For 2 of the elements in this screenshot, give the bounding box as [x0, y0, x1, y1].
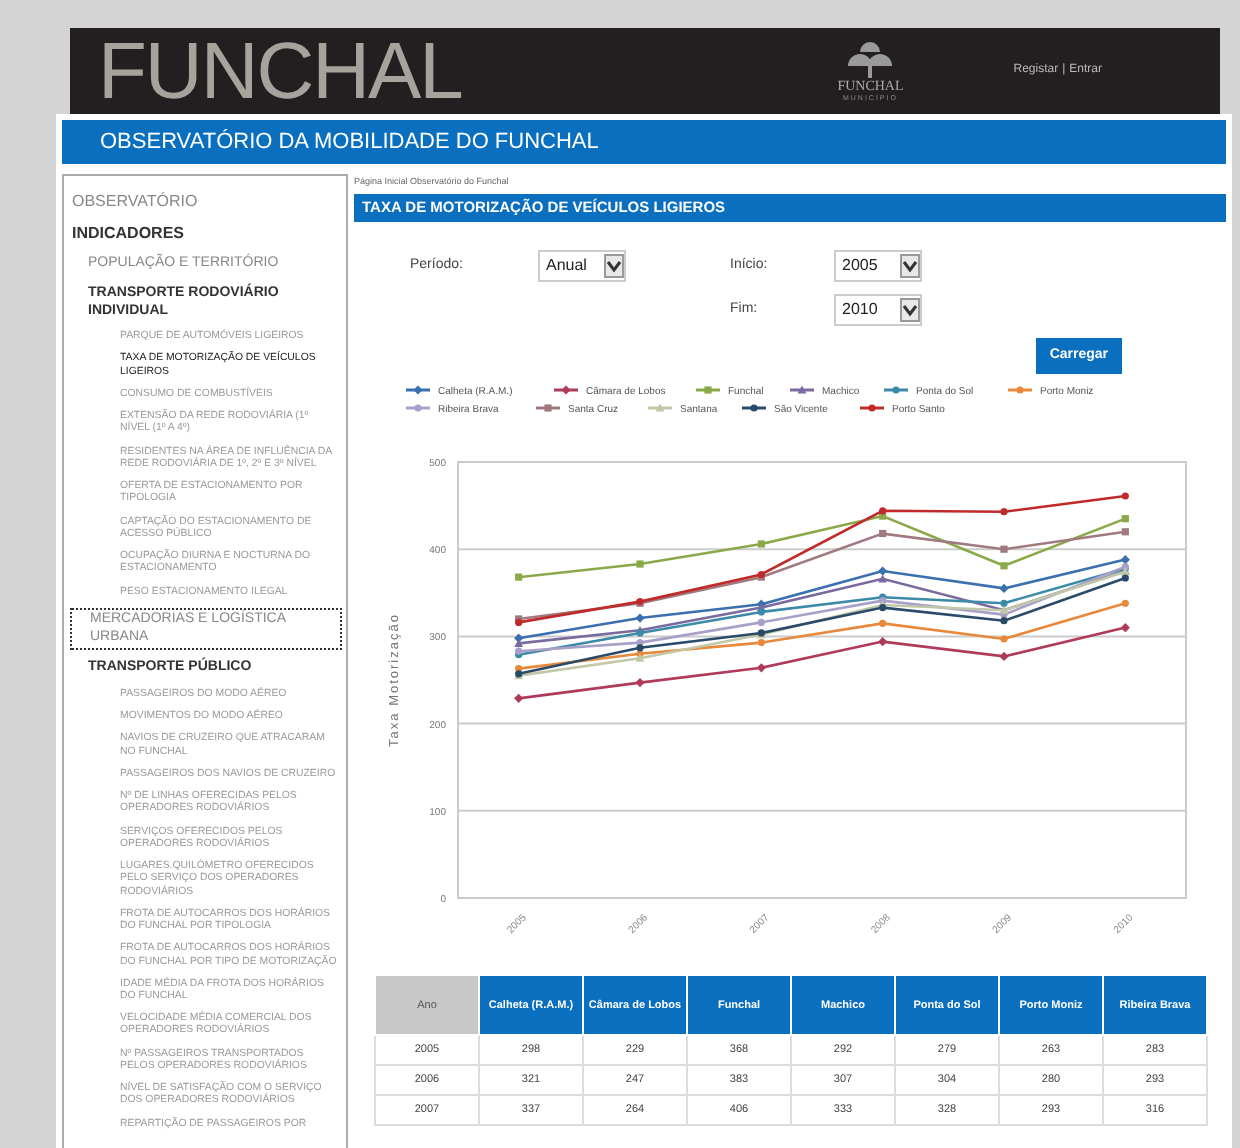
site-title: OBSERVATÓRIO DA MOBILIDADE DO FUNCHAL: [100, 127, 599, 158]
site-logo: FUNCHAL: [98, 31, 462, 111]
